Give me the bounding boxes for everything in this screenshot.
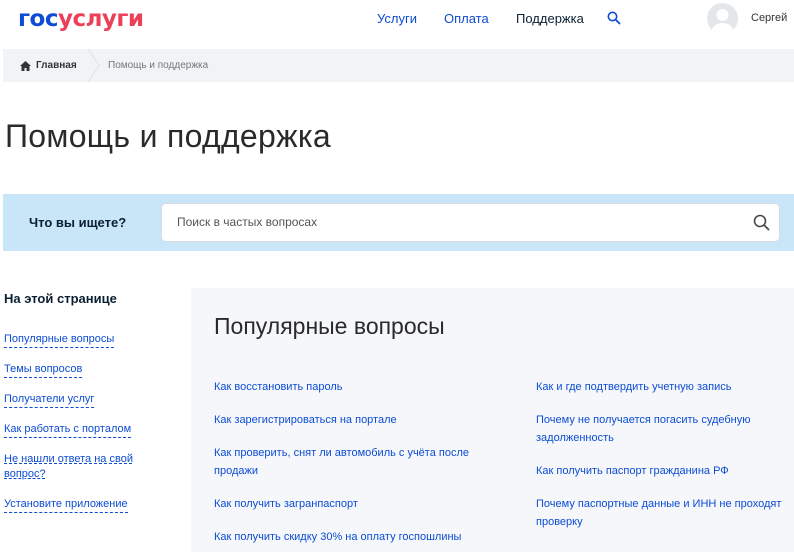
gosuslugi-logo[interactable]: госуслуги [18,6,144,32]
question-link[interactable]: Как получить загранпаспорт [214,495,494,513]
popular-questions-title: Популярные вопросы [214,313,445,339]
breadcrumb: Главная Помощь и поддержка [3,49,794,82]
nav-services[interactable]: Услуги [377,11,417,26]
breadcrumb-separator [87,49,100,82]
question-link[interactable]: Как получить скидку 30% на оплату госпош… [214,528,494,546]
sidebar-link-install-app[interactable]: Установите приложение [4,497,128,513]
search-label: Что вы ищете? [29,215,127,230]
question-link[interactable]: Как восстановить пароль [214,378,494,396]
user-silhouette-icon [711,9,734,34]
question-link[interactable]: Как зарегистрироваться на портале [214,411,494,429]
search-icon[interactable] [607,11,621,25]
page-title: Помощь и поддержка [5,118,331,154]
search-box[interactable] [161,203,780,242]
question-link[interactable]: Как проверить, снят ли автомобиль с учёт… [214,444,489,480]
logo-part-gos: гос [18,6,58,32]
sidebar-title: На этой странице [4,291,117,306]
nav-payment[interactable]: Оплата [444,11,489,26]
sidebar-link-popular[interactable]: Популярные вопросы [4,332,115,348]
faq-search-panel: Что вы ищете? [3,194,794,251]
user-avatar[interactable] [707,3,738,34]
question-link[interactable]: Почему не получается погасить судебную з… [536,411,771,447]
question-link[interactable]: Как и где подтвердить учетную запись [536,378,791,396]
top-header: госуслуги Услуги Оплата Поддержка Сергей [0,0,794,47]
sidebar-link-no-answer[interactable]: Не нашли ответа на свой вопрос? [4,452,134,482]
popular-questions-section: Популярные вопросы Как восстановить паро… [191,288,794,552]
breadcrumb-current: Помощь и поддержка [108,60,209,71]
breadcrumb-home[interactable]: Главная [36,60,77,71]
sidebar-link-topics[interactable]: Темы вопросов [4,362,83,378]
question-link[interactable]: Почему паспортные данные и ИНН не проход… [536,495,794,531]
sidebar-link-recipients[interactable]: Получатели услуг [4,392,95,408]
user-name[interactable]: Сергей [751,12,787,24]
home-icon[interactable] [20,61,31,71]
sidebar-link-how-to-use[interactable]: Как работать с порталом [4,422,132,438]
search-input[interactable] [177,215,727,229]
nav-support[interactable]: Поддержка [516,11,584,26]
logo-part-uslugi: услуги [57,6,144,32]
question-link[interactable]: Как получить паспорт гражданина РФ [536,462,791,480]
search-icon[interactable] [753,214,770,231]
